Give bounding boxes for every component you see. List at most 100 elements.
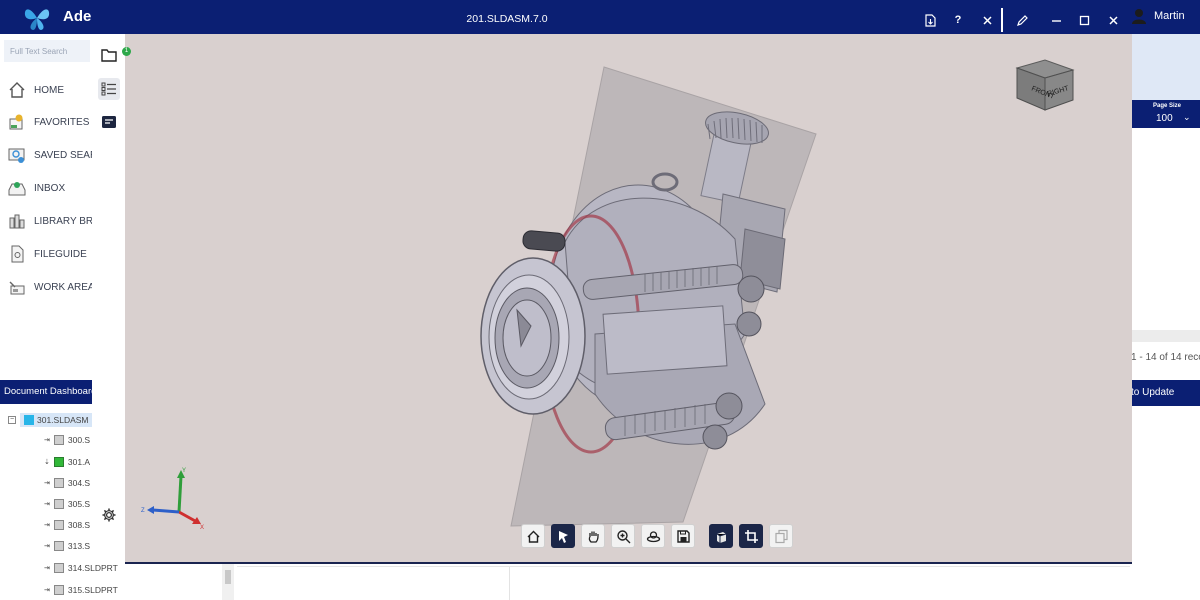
close-window-button[interactable] (1104, 11, 1122, 29)
nav-label: LIBRARY BR (34, 215, 94, 227)
favorites-icon (9, 114, 23, 130)
nav-label: HOME (34, 84, 64, 96)
maximize-button[interactable] (1075, 11, 1093, 29)
tree-item[interactable]: ⇥ 304.S (44, 476, 90, 490)
tree-item[interactable]: ⇥ 308.S (44, 518, 90, 532)
records-count: 1 - 14 of 14 reco (1131, 352, 1200, 363)
nav-item-favorites[interactable]: FAVORITES (8, 111, 96, 133)
nav-item-fileguide[interactable]: FILEGUIDE (8, 243, 96, 265)
zoom-tool-button[interactable] (611, 524, 635, 548)
home-view-button[interactable] (521, 524, 545, 548)
crop-icon (744, 529, 758, 543)
part-icon (53, 478, 64, 488)
tree-item-label: 308.S (67, 520, 91, 530)
tree-scrollbar[interactable] (222, 564, 234, 600)
nav-item-inbox[interactable]: INBOX (8, 177, 96, 199)
collapse-toggle-icon[interactable]: − (8, 416, 16, 424)
part-icon (53, 585, 64, 595)
page-size-value: 100 (1156, 113, 1173, 124)
link-icon: ⇥ (44, 565, 50, 572)
hand-icon (588, 531, 599, 543)
tree-item-label: 314.SLDPRT (67, 563, 118, 573)
download-button[interactable] (921, 11, 939, 29)
nav-label: INBOX (34, 182, 66, 194)
minimize-button[interactable] (1047, 11, 1065, 29)
explode-view-button[interactable] (769, 524, 793, 548)
rotate-icon (646, 530, 660, 542)
maximize-icon (1079, 15, 1089, 25)
pan-tool-button[interactable] (581, 524, 605, 548)
tree-item[interactable]: ⇣ 301.A (44, 455, 90, 469)
table-scrollbar[interactable] (1130, 330, 1200, 342)
home-icon (9, 82, 25, 98)
3d-viewport[interactable]: FRONT RIGHT Y X Z (125, 34, 1132, 564)
subassembly-icon (53, 457, 64, 467)
user-menu[interactable]: Martin (1132, 8, 1185, 24)
link-icon: ⇥ (44, 437, 50, 444)
nav-item-work-area[interactable]: WORK AREA (8, 276, 96, 298)
app-root: Ade Martin Full Text Search HOME FAVORIT… (0, 0, 1200, 600)
nav-item-library-browser[interactable]: LIBRARY BR (8, 210, 96, 232)
settings-button[interactable] (98, 504, 120, 526)
select-tool-button[interactable] (551, 524, 575, 548)
part-icon (53, 541, 64, 551)
3d-model-render (480, 66, 817, 527)
update-button[interactable]: to Update (1130, 380, 1200, 406)
zoom-icon (616, 529, 630, 543)
nav-item-home[interactable]: HOME (8, 79, 96, 101)
structure-panel-button[interactable] (98, 78, 120, 100)
document-dashboard-header: Document Dashboard (0, 380, 96, 404)
tree-item[interactable]: ⇥ 305.S (44, 497, 90, 511)
part-icon (53, 563, 64, 573)
library-icon (9, 214, 25, 229)
title-bar-divider (1001, 8, 1003, 32)
right-panel: Page Size 100 ⌄ 1 - 14 of 14 reco to Upd… (1130, 34, 1200, 600)
tree-item[interactable]: ⇥ 315.SLDPRT (44, 583, 118, 597)
close-icon (1108, 15, 1118, 25)
home-icon (527, 530, 539, 543)
page-size-select[interactable]: Page Size 100 ⌄ (1130, 100, 1200, 128)
tree-root-label: 301.SLDASM (37, 415, 89, 425)
gear-icon (102, 508, 116, 522)
minimize-icon (1051, 19, 1061, 22)
section-tool-button[interactable] (739, 524, 763, 548)
help-button[interactable]: ? (949, 11, 967, 29)
help-icon: ? (954, 14, 962, 26)
tree-item-label: 300.S (67, 435, 91, 445)
bottom-panel (237, 566, 1130, 600)
link-icon: ⇥ (44, 501, 50, 508)
user-avatar-icon (1132, 9, 1146, 24)
axis-triad: Y X Z (141, 468, 204, 531)
nav-item-saved-search[interactable]: SAVED SEAR (8, 144, 96, 166)
close-document-button[interactable] (978, 11, 996, 29)
page-size-label: Page Size (1153, 103, 1182, 109)
tree-root-row[interactable]: − 301.SLDASM (8, 413, 93, 427)
part-icon (53, 520, 64, 530)
files-panel-button[interactable]: 1 (98, 44, 131, 66)
rotate-tool-button[interactable] (641, 524, 665, 548)
view-cube[interactable]: FRONT RIGHT (1015, 56, 1079, 112)
z-axis-label: Z (141, 508, 145, 514)
butterfly-logo-icon (24, 9, 50, 30)
properties-panel-button[interactable] (98, 111, 120, 133)
tree-item-label: 315.SLDPRT (67, 585, 118, 595)
edit-button[interactable] (1013, 11, 1031, 29)
full-text-search-input[interactable]: Full Text Search (4, 40, 90, 62)
tree-item[interactable]: ⇥ 300.S (44, 433, 90, 447)
y-axis-label: Y (182, 468, 186, 474)
chevron-down-icon: ⌄ (1183, 112, 1191, 122)
document-card-icon (102, 116, 116, 128)
save-view-button[interactable] (671, 524, 695, 548)
cad-viewer-window: 201.SLDASM.7.0 ? 1 FRONT RIGHT Y X Z (92, 4, 1132, 564)
shading-mode-button[interactable] (709, 524, 733, 548)
tree-root[interactable]: 301.SLDASM (20, 413, 93, 427)
panel-divider (509, 567, 510, 600)
scrollbar-thumb[interactable] (225, 570, 231, 584)
link-icon: ⇣ (44, 459, 50, 466)
viewer-title: 201.SLDASM.7.0 (466, 13, 548, 25)
tree-item[interactable]: ⇥ 313.S (44, 539, 90, 553)
link-icon: ⇥ (44, 543, 50, 550)
list-tree-icon (101, 82, 116, 96)
pin-cylinder (522, 230, 566, 252)
nav-label: WORK AREA (34, 281, 95, 293)
